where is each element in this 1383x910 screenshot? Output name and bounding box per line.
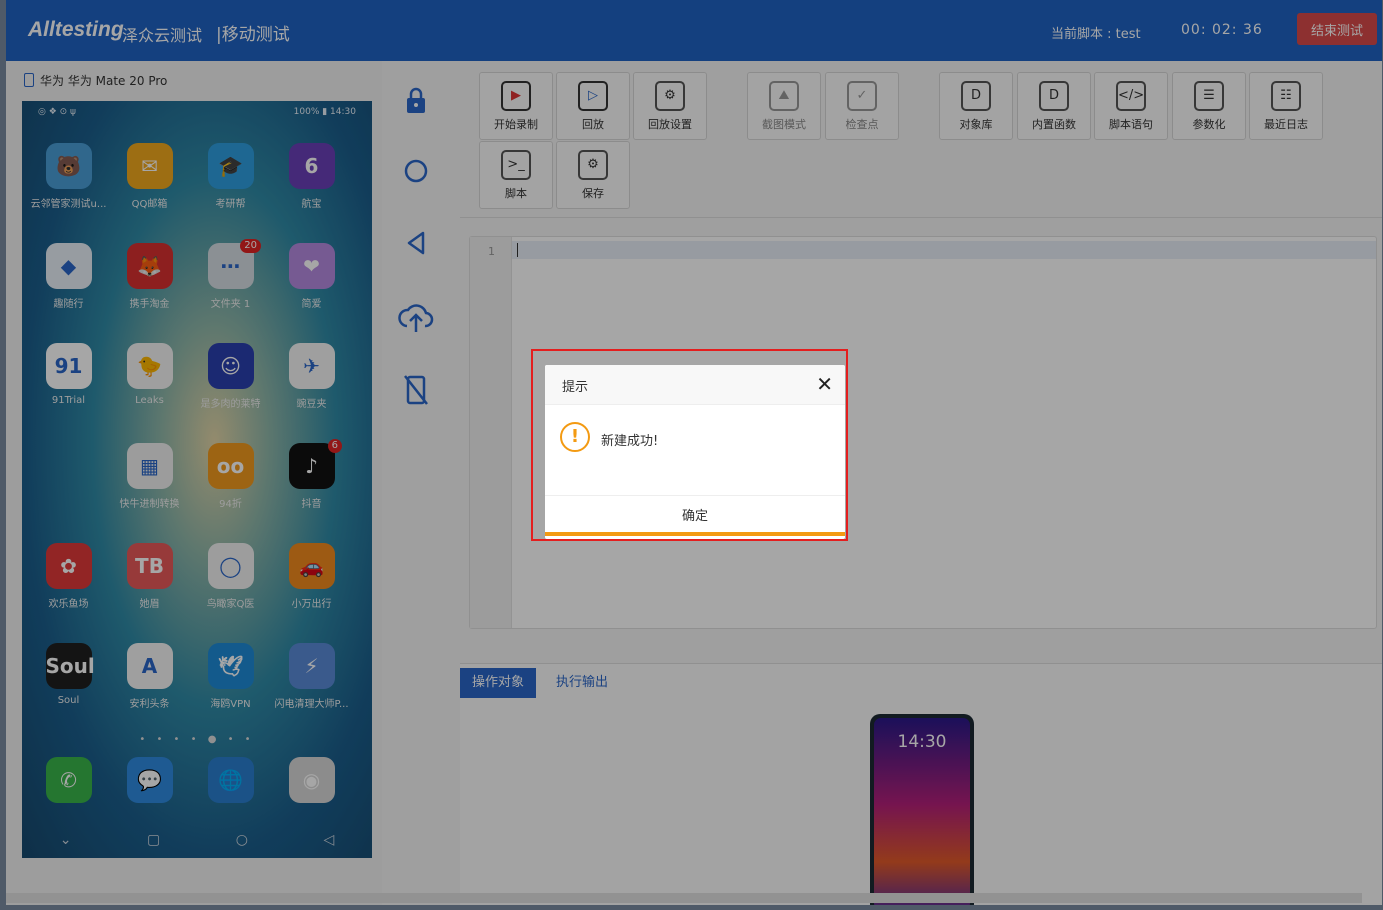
dialog-header: 提示 ✕ — [545, 365, 845, 405]
close-icon[interactable]: ✕ — [816, 372, 833, 396]
warning-icon: ! — [560, 422, 590, 452]
confirm-button[interactable]: 确定 — [545, 496, 845, 536]
dialog-message: 新建成功! — [601, 434, 659, 449]
alert-dialog: 提示 ✕ ! 新建成功! 确定 — [545, 365, 845, 539]
dialog-title: 提示 — [562, 380, 589, 395]
dialog-body: ! 新建成功! — [545, 405, 845, 496]
